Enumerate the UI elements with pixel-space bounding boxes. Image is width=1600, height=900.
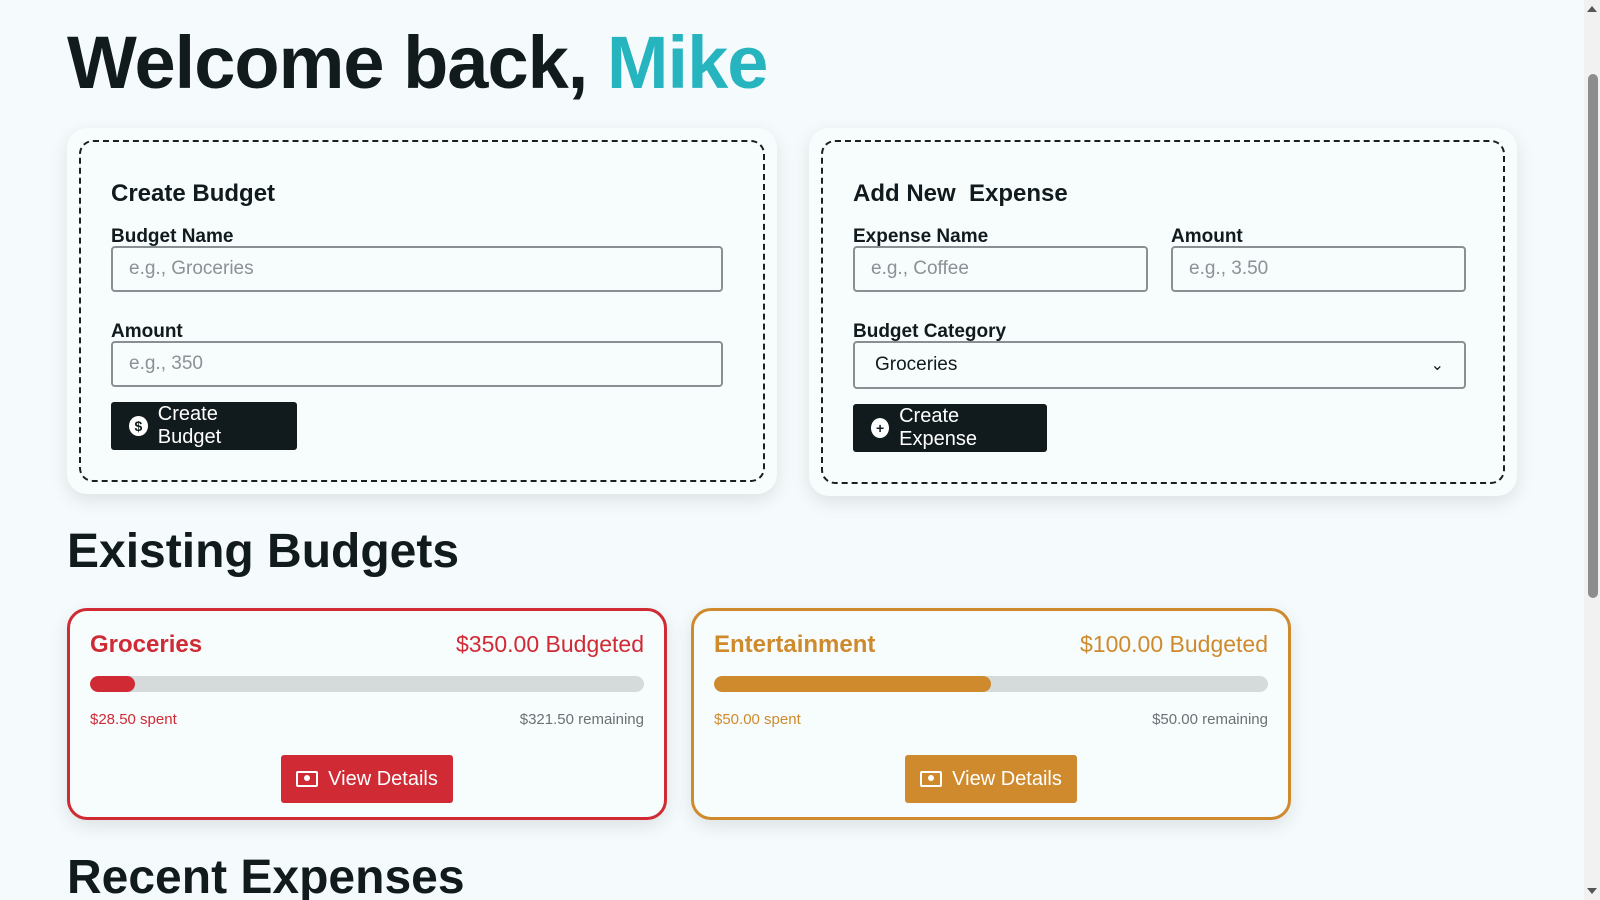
expense-name-input[interactable] xyxy=(853,246,1148,292)
view-details-label: View Details xyxy=(952,767,1062,790)
vertical-scrollbar[interactable] xyxy=(1584,0,1600,900)
budget-category-value: Groceries xyxy=(875,354,958,375)
budget-category-label: Budget Category xyxy=(853,321,1007,342)
welcome-prefix: Welcome back, xyxy=(67,21,588,104)
create-budget-card: Create Budget Budget Name Amount $ Creat… xyxy=(67,128,777,494)
expense-name-label: Expense Name xyxy=(853,226,989,247)
budget-name-input[interactable] xyxy=(111,246,723,292)
budget-amount: $350.00 Budgeted xyxy=(455,631,644,657)
budget-progress-fill xyxy=(714,676,991,692)
user-name: Mike xyxy=(606,21,769,104)
budget-name: Groceries xyxy=(90,631,203,658)
budget-progress-bar xyxy=(714,676,1268,692)
dollar-circle-icon: $ xyxy=(129,416,148,436)
budget-remaining: $321.50 remaining xyxy=(519,711,644,728)
budget-amount-label: Amount xyxy=(111,321,183,342)
budget-name-label: Budget Name xyxy=(111,226,234,247)
scrollbar-thumb[interactable] xyxy=(1588,74,1598,598)
budget-card-groceries: Groceries $350.00 Budgeted $28.50 spent … xyxy=(67,608,667,820)
money-bill-icon xyxy=(296,771,319,787)
view-details-label: View Details xyxy=(328,767,438,790)
create-budget-button[interactable]: $ Create Budget xyxy=(111,402,297,450)
scroll-down-icon[interactable] xyxy=(1587,888,1597,894)
budget-remaining: $50.00 remaining xyxy=(1152,711,1268,728)
expense-amount-input[interactable] xyxy=(1171,246,1466,292)
create-budget-form: Create Budget Budget Name Amount $ Creat… xyxy=(79,140,765,482)
budget-spent: $28.50 spent xyxy=(90,711,177,728)
budget-spent: $50.00 spent xyxy=(714,711,801,728)
page: Welcome back, Mike Create Budget Budget … xyxy=(67,0,1517,900)
create-expense-button-label: Create Expense xyxy=(899,405,977,450)
chevron-down-icon: ⌄ xyxy=(1430,357,1444,374)
money-bill-icon xyxy=(920,771,943,787)
create-budget-title: Create Budget xyxy=(111,180,276,207)
expense-amount-label: Amount xyxy=(1171,226,1243,247)
view-details-button[interactable]: View Details xyxy=(905,755,1077,803)
add-expense-title: Add New Expense xyxy=(853,180,1068,207)
budget-amount: $100.00 Budgeted xyxy=(1079,631,1268,657)
view-details-button[interactable]: View Details xyxy=(281,755,453,803)
welcome-heading: Welcome back, Mike xyxy=(67,21,769,104)
budget-amount-input[interactable] xyxy=(111,341,723,387)
budget-progress-bar xyxy=(90,676,644,692)
budget-card-entertainment: Entertainment $100.00 Budgeted $50.00 sp… xyxy=(691,608,1291,820)
add-expense-card: Add New Expense Expense Name Amount Budg… xyxy=(809,128,1517,496)
budget-category-select[interactable]: Groceries ⌄ xyxy=(853,341,1466,389)
budget-name: Entertainment xyxy=(714,631,876,658)
scroll-up-icon[interactable] xyxy=(1587,6,1597,12)
create-expense-button[interactable]: + Create Expense xyxy=(853,404,1047,452)
existing-budgets-title: Existing Budgets xyxy=(67,525,460,578)
recent-expenses-title: Recent Expenses xyxy=(67,851,465,900)
create-budget-button-label: Create Budget xyxy=(157,403,222,448)
budget-progress-fill xyxy=(90,676,136,692)
add-expense-form: Add New Expense Expense Name Amount Budg… xyxy=(821,140,1505,484)
plus-circle-icon: + xyxy=(871,418,890,438)
